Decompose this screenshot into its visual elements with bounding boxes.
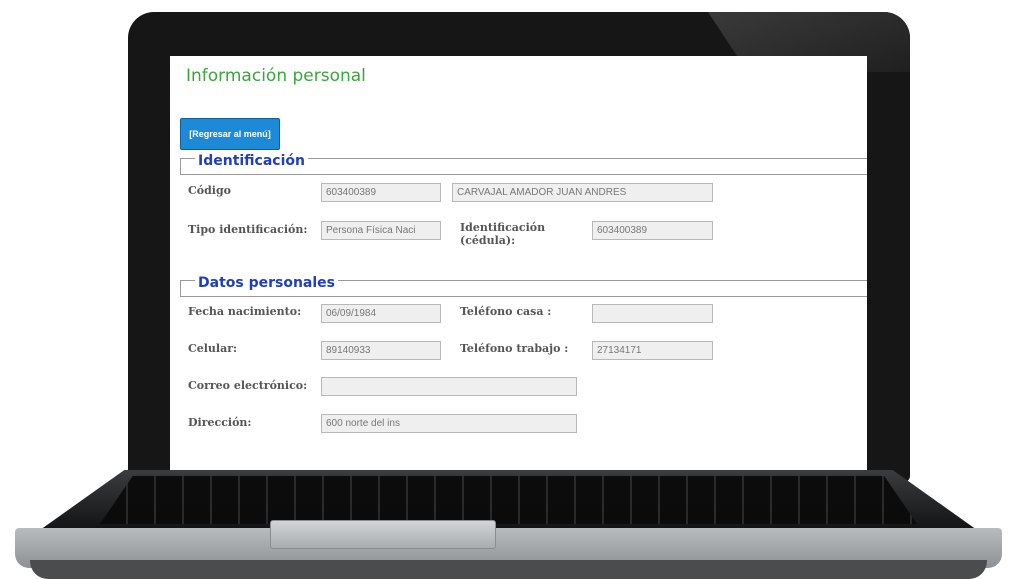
touchpad <box>270 520 496 549</box>
identificacion-cedula-label: Identificación (cédula): <box>460 221 546 247</box>
datos-personales-section: Datos personales <box>180 274 867 297</box>
laptop-screen: Información personal [Regresar al menú] … <box>170 56 867 470</box>
identificacion-cedula-field[interactable]: 603400389 <box>592 221 713 240</box>
nombre-field[interactable]: CARVAJAL AMADOR JUAN ANDRES <box>452 183 713 202</box>
telefono-trabajo-label: Teléfono trabajo : <box>460 342 569 355</box>
codigo-label: Código <box>188 184 231 197</box>
tipo-identificacion-field[interactable]: Persona Física Naci <box>321 221 441 240</box>
identificacion-title: Identificación <box>195 152 308 170</box>
direccion-field[interactable]: 600 norte del ins <box>321 414 577 433</box>
celular-label: Celular: <box>188 342 238 355</box>
telefono-casa-field[interactable] <box>592 304 713 323</box>
back-to-menu-button[interactable]: [Regresar al menú] <box>180 118 280 150</box>
identificacion-section: Identificación <box>180 152 867 175</box>
codigo-field[interactable]: 603400389 <box>321 183 441 202</box>
keyboard-keys <box>100 476 917 524</box>
page-title: Información personal <box>186 66 366 86</box>
tipo-identificacion-label: Tipo identificación: <box>188 223 308 236</box>
telefono-trabajo-field[interactable]: 27134171 <box>592 341 713 360</box>
celular-field[interactable]: 89140933 <box>321 341 441 360</box>
fecha-nacimiento-field[interactable]: 06/09/1984 <box>321 304 441 323</box>
telefono-casa-label: Teléfono casa : <box>460 305 552 318</box>
correo-electronico-label: Correo electrónico: <box>188 379 308 392</box>
laptop-lid: Información personal [Regresar al menú] … <box>128 12 910 482</box>
laptop-front-edge <box>30 560 987 579</box>
correo-electronico-field[interactable] <box>321 377 577 396</box>
fecha-nacimiento-label: Fecha nacimiento: <box>188 305 302 318</box>
direccion-label: Dirección: <box>188 416 252 429</box>
datos-personales-title: Datos personales <box>195 274 338 292</box>
